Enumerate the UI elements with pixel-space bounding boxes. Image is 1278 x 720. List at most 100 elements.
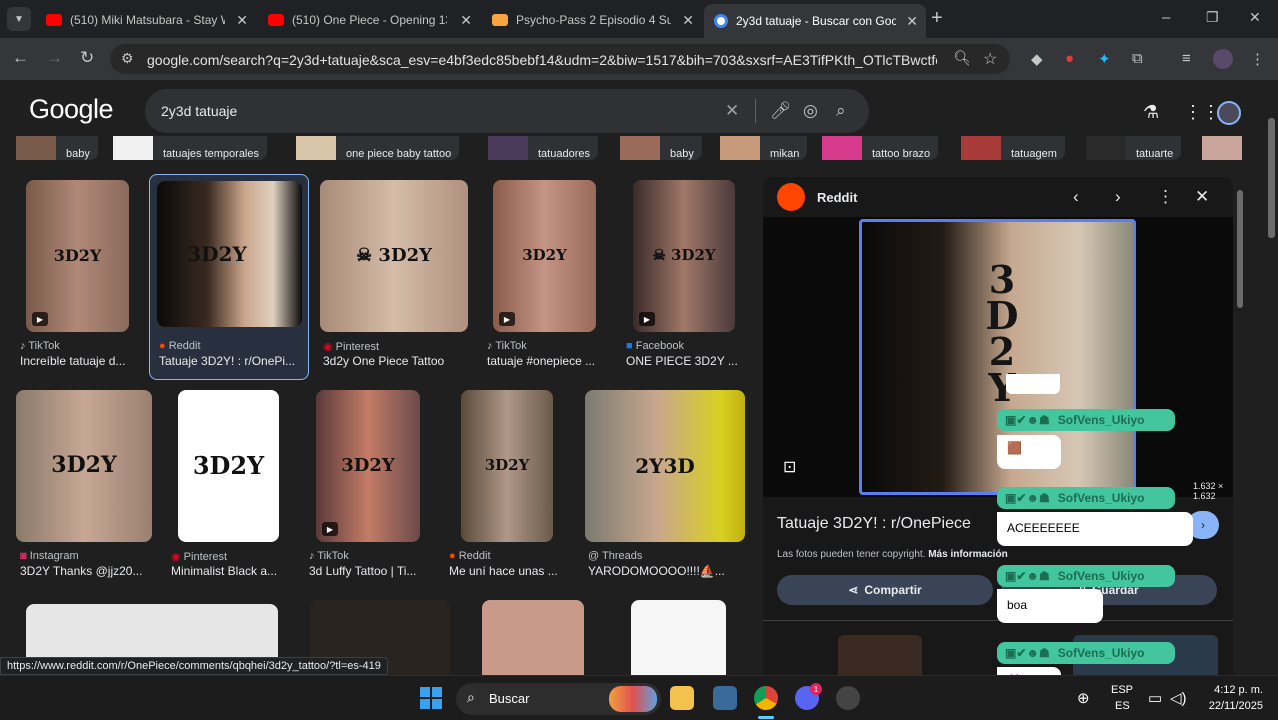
result-image[interactable]: 3D2Y ▶ <box>493 180 596 332</box>
reddit-icon: ● <box>159 340 166 352</box>
account-avatar[interactable] <box>1217 101 1241 125</box>
result-card[interactable]: 3D2Y ◙ Instagram 3D2Y Thanks @jjz20... <box>16 390 156 590</box>
result-card[interactable]: ☠ 3D2Y ▶ ■ Facebook ONE PIECE 3D2Y ... <box>623 180 753 380</box>
chip[interactable]: tatuarte <box>1086 136 1182 160</box>
share-button[interactable]: ⋖ Compartir <box>777 575 993 605</box>
media-control-icon[interactable]: ≡ <box>1182 50 1191 67</box>
result-image[interactable]: ☠ 3D2Y ▶ <box>633 180 735 332</box>
result-image[interactable]: 3D2Y <box>461 390 553 542</box>
forward-icon[interactable]: → <box>46 48 63 68</box>
language-top[interactable]: ESP <box>1111 684 1133 696</box>
chip[interactable]: tatuadores <box>488 136 598 160</box>
google-logo[interactable]: Google <box>29 94 114 125</box>
chip[interactable]: baby <box>620 136 702 160</box>
result-image[interactable]: 3D2Y <box>157 181 302 327</box>
close-tab-icon[interactable]: ✕ <box>898 13 926 30</box>
close-panel-icon[interactable]: ✕ <box>1195 187 1209 207</box>
chip[interactable]: tattoo brazo <box>822 136 939 160</box>
site-info-icon[interactable]: ⚙ <box>121 50 137 67</box>
more-menu-icon[interactable]: ⋮ <box>1250 50 1265 68</box>
maximize-button[interactable]: ❐ <box>1206 9 1219 26</box>
result-card[interactable]: 3D2Y ▶ ♪ TikTok 3d Luffy Tattoo | Ti... <box>306 390 436 590</box>
result-card[interactable]: ☠ 3D2Y ◉ Pinterest 3d2y One Piece Tattoo <box>320 180 468 380</box>
close-tab-icon[interactable]: ✕ <box>452 12 480 29</box>
result-image[interactable]: 3D2Y ▶ <box>316 390 420 542</box>
result-card[interactable]: 3D2Y ● Reddit Me uní hace unas ... <box>449 390 574 590</box>
tab-youtube-onepiece[interactable]: (510) One Piece - Opening 13 ✕ <box>258 6 480 34</box>
search-icon[interactable]: ⌕ <box>836 101 846 121</box>
puzzle-extensions-icon[interactable]: ⧉ <box>1132 50 1143 67</box>
result-image[interactable]: 3D2Y ▶ <box>26 180 129 332</box>
active-app-indicator <box>758 716 774 719</box>
tab-psycho-pass[interactable]: Psycho-Pass 2 Episodio 4 Sub E ✕ <box>482 6 702 34</box>
chip-thumbnail <box>296 136 336 160</box>
panel-source[interactable]: Reddit <box>817 190 857 205</box>
result-image[interactable]: 2Y3D <box>585 390 745 542</box>
app-icon[interactable] <box>713 686 737 710</box>
minimize-button[interactable]: – <box>1162 9 1170 26</box>
adblock-icon[interactable]: ● <box>1065 50 1074 67</box>
tab-google-search[interactable]: 2y3d tatuaje - Buscar con Goog ✕ <box>704 4 926 38</box>
chip[interactable]: tatuajes temporales <box>113 136 267 160</box>
file-explorer-icon[interactable] <box>670 686 694 710</box>
page-scrollbar[interactable] <box>1268 118 1275 238</box>
search-box[interactable]: 2y3d tatuaje ✕ 🎤︎ ◎ ⌕ <box>145 89 869 133</box>
badge-icons: ▣✔☻☗ <box>1005 413 1050 427</box>
new-tab-button[interactable]: + <box>931 7 943 30</box>
extension-icon[interactable]: ◆ <box>1031 50 1043 68</box>
tab-search-button[interactable]: ▼ <box>7 7 31 31</box>
previous-icon[interactable]: ‹ <box>1073 187 1079 207</box>
more-info-link[interactable]: Más información <box>928 549 1007 560</box>
clock-time[interactable]: 4:12 p. m. <box>1209 684 1263 696</box>
reload-icon[interactable]: ↻ <box>80 48 94 68</box>
volume-icon[interactable]: ◁) <box>1170 689 1187 707</box>
result-card[interactable]: 3D2Y ◉ Pinterest Minimalist Black a... <box>168 390 288 590</box>
panel-title[interactable]: Tatuaje 3D2Y! : r/OnePiece <box>777 515 971 533</box>
tab-bar: ▼ (510) Miki Matsubara - Stay Wi ✕ (510)… <box>0 0 1278 38</box>
side-scrollbar[interactable] <box>1237 190 1243 308</box>
chip[interactable]: baby <box>16 136 98 160</box>
result-image[interactable] <box>631 600 726 680</box>
result-image[interactable]: 3D2Y <box>178 390 279 542</box>
bookmark-star-icon[interactable]: ☆ <box>983 49 999 69</box>
labs-flask-icon[interactable]: ⚗ <box>1143 102 1159 123</box>
extension-icon[interactable]: ✦ <box>1098 50 1111 68</box>
zoom-icon[interactable]: 🔍︎ <box>953 49 969 67</box>
tab-youtube-miki[interactable]: (510) Miki Matsubara - Stay Wi ✕ <box>36 6 256 34</box>
more-options-icon[interactable]: ⋮ <box>1157 187 1174 207</box>
next-icon[interactable]: › <box>1115 187 1121 207</box>
chip[interactable] <box>1202 136 1242 160</box>
clock-date[interactable]: 22/11/2025 <box>1200 700 1263 712</box>
close-window-button[interactable]: ✕ <box>1249 9 1261 26</box>
result-image[interactable] <box>482 600 584 680</box>
chip[interactable]: tatuagem <box>961 136 1065 160</box>
search-input[interactable]: 2y3d tatuaje <box>161 103 237 119</box>
lens-search-icon[interactable]: ⊡ <box>783 457 796 477</box>
network-icon[interactable]: ⊕ <box>1077 689 1090 707</box>
clear-icon[interactable]: ✕ <box>725 101 739 121</box>
facebook-icon: ■ <box>626 340 633 352</box>
address-bar[interactable]: ⚙ google.com/search?q=2y3d+tatuaje&sca_e… <box>110 44 1010 74</box>
back-icon[interactable]: ← <box>12 48 29 68</box>
chip[interactable]: mikan <box>720 136 808 160</box>
close-tab-icon[interactable]: ✕ <box>228 12 256 29</box>
close-tab-icon[interactable]: ✕ <box>674 12 702 29</box>
result-card-selected[interactable]: 3D2Y ● Reddit Tatuaje 3D2Y! : r/OnePi... <box>149 174 309 380</box>
apps-grid-icon[interactable]: ⋮⋮ <box>1184 102 1220 123</box>
voice-search-icon[interactable]: 🎤︎ <box>770 101 792 121</box>
app-icon[interactable] <box>836 686 860 710</box>
related-thumb[interactable] <box>838 635 922 680</box>
profile-avatar[interactable] <box>1213 49 1233 69</box>
windows-start-icon[interactable] <box>420 687 442 709</box>
result-image[interactable]: ☠ 3D2Y <box>320 180 468 332</box>
lens-icon[interactable]: ◎ <box>803 101 818 121</box>
result-image[interactable]: 3D2Y <box>16 390 152 542</box>
result-card[interactable]: 3D2Y ▶ ♪ TikTok Increíble tatuaje d... <box>16 180 144 380</box>
display-icon[interactable]: ▭ <box>1148 689 1162 707</box>
taskbar-search[interactable]: ⌕ Buscar <box>456 683 661 715</box>
result-card[interactable]: 3D2Y ▶ ♪ TikTok tatuaje #onepiece ... <box>484 180 614 380</box>
chip[interactable]: one piece baby tattoo <box>296 136 460 160</box>
result-card[interactable]: 2Y3D @ Threads YARODOMOOOO!!!!⛵... <box>585 390 747 590</box>
copyright-note: Las fotos pueden tener copyright. Más in… <box>777 549 1008 560</box>
chrome-icon[interactable] <box>754 686 778 710</box>
